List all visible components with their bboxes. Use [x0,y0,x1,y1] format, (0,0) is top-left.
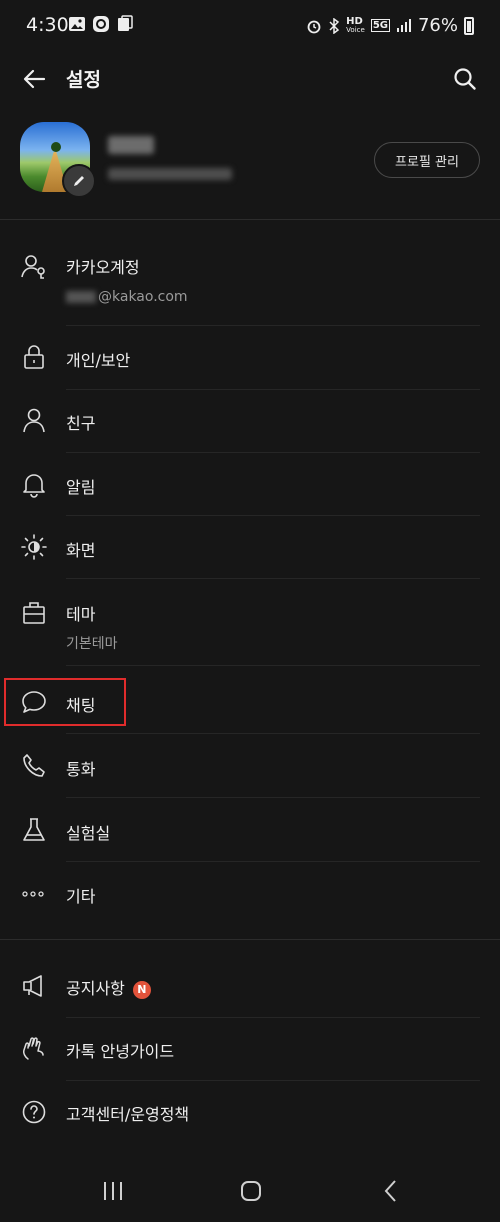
menu-label: 알림 [66,478,96,497]
menu-item-guide[interactable]: 카톡 안녕가이드 [0,1018,500,1081]
menu-label: 공지사항 [66,979,125,998]
home-icon [241,1181,261,1201]
profile-section[interactable]: 프로필 관리 [0,112,500,212]
app-header: 설정 [0,56,500,100]
nav-back-button[interactable] [376,1178,406,1204]
question-circle-icon [22,1100,46,1124]
menu-label: 개인/보안 [66,351,131,370]
menu-item-call[interactable]: 통화 [0,734,500,797]
menu-item-help[interactable]: 고객센터/운영정책 [0,1081,500,1144]
menu-sublabel: @kakao.com [66,289,188,305]
gallery-icon [69,17,85,31]
back-button[interactable] [18,62,52,96]
pencil-icon [74,176,84,186]
lock-icon [24,345,44,369]
menu-item-etc[interactable]: 기타 [0,862,500,925]
menu-label: 통화 [66,760,96,779]
menu-item-theme[interactable]: 테마 기본테마 [0,579,500,665]
status-left-icons [68,15,134,33]
menu-label-with-badge: 공지사항 N [66,975,151,999]
phone-icon [23,754,45,777]
signal-icon [396,18,411,32]
edit-profile-button[interactable] [62,164,96,198]
profile-name-blurred [108,136,154,154]
search-button[interactable] [448,62,482,96]
back-arrow-icon [23,69,46,89]
menu-sublabel: 기본테마 [66,636,118,652]
menu-item-notice[interactable]: 공지사항 N [0,955,500,1018]
email-domain: @kakao.com [98,289,188,305]
profile-status-blurred [108,168,232,180]
search-icon [454,68,476,90]
network-label: 5G [370,19,390,32]
copy-icon [118,15,133,31]
paintbrush-icon [23,602,45,624]
nav-back-icon [384,1180,396,1202]
menu-label: 테마 [66,605,96,624]
menu-label: 화면 [66,541,96,560]
status-right-icons: HD Voice 5G 76% [306,15,474,36]
person-icon [23,408,45,433]
menu-item-friends[interactable]: 친구 [0,390,500,453]
section-divider [0,219,500,220]
hd-voice: HD Voice [346,15,365,35]
menu-item-labs[interactable]: 실험실 [0,798,500,861]
status-time: 4:30 [26,14,69,36]
flask-icon [23,818,45,841]
brightness-icon [21,534,47,560]
status-bar: 4:30 HD Voice 5G 76% [0,0,500,56]
bell-icon [23,474,45,498]
waving-hand-icon [23,1037,44,1060]
menu-item-notifications[interactable]: 알림 [0,453,500,516]
menu-item-kakao-account[interactable]: 카카오계정 @kakao.com [0,240,500,326]
megaphone-icon [23,975,42,997]
app-notification-icon [93,16,109,32]
menu-label: 고객센터/운영정책 [66,1105,190,1124]
email-blurred [66,291,96,303]
person-key-icon [21,255,45,279]
bluetooth-icon [329,17,340,34]
home-button[interactable] [236,1178,266,1204]
menu-label: 기타 [66,887,96,906]
selection-highlight [4,678,126,726]
avatar-tree [51,142,61,152]
menu-item-display[interactable]: 화면 [0,516,500,579]
new-badge: N [132,980,151,999]
menu-label: 카톡 안녕가이드 [66,1042,175,1061]
battery-text: 76% [417,15,458,36]
page-title: 설정 [66,69,101,91]
menu-item-privacy[interactable]: 개인/보안 [0,326,500,389]
hd-label: HD [346,15,363,27]
section-divider [0,939,500,940]
battery-icon [464,16,474,35]
menu-label: 카카오계정 [66,258,140,277]
profile-manage-button[interactable]: 프로필 관리 [374,142,480,178]
system-nav-bar [0,1160,500,1222]
menu-label: 실험실 [66,824,111,843]
more-dots-icon [22,891,44,897]
recent-apps-icon [104,1182,122,1200]
voice-label: Voice [346,25,365,34]
menu-label: 친구 [66,414,96,433]
recent-apps-button[interactable] [98,1178,128,1204]
alarm-icon [307,20,321,33]
